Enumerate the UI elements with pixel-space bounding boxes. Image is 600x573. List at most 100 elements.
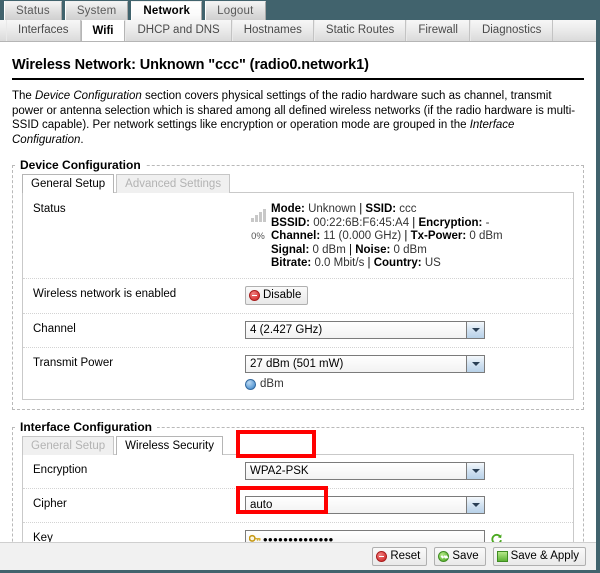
signal-percent: 0%: [251, 231, 265, 243]
save-apply-icon: [496, 551, 508, 562]
status-line-signal: Signal: 0 dBm | Noise: 0 dBm: [271, 243, 427, 256]
encryption-value: WPA2-PSK: [245, 462, 565, 481]
transmit-power-select-value: 27 dBm (501 mW): [246, 356, 466, 373]
page-title: Wireless Network: Unknown "ccc" (radio0.…: [12, 57, 584, 80]
cipher-select[interactable]: auto: [245, 496, 485, 515]
status-val-signal: 0 dBm: [312, 243, 346, 256]
disable-button-label: Disable: [263, 289, 302, 302]
channel-value: 4 (2.427 GHz): [245, 321, 565, 340]
subnav-tab-interfaces[interactable]: Interfaces: [6, 20, 81, 41]
save-button-label: Save: [452, 550, 479, 562]
status-val-bitrate: 0.0 Mbit/s: [314, 257, 365, 269]
chevron-down-icon[interactable]: [466, 497, 484, 514]
channel-select-value: 4 (2.427 GHz): [246, 322, 466, 339]
status-key-channel: Channel:: [271, 230, 321, 243]
save-icon: [438, 551, 450, 562]
desc-emphasis-device-configuration: Device Configuration: [35, 90, 142, 102]
transmit-power-value: 27 dBm (501 mW) dBm: [245, 355, 565, 392]
chevron-down-icon[interactable]: [466, 356, 484, 373]
save-button[interactable]: Save: [434, 547, 486, 566]
secondary-navigation: Interfaces Wifi DHCP and DNS Hostnames S…: [0, 20, 596, 42]
transmit-power-label: Transmit Power: [33, 357, 114, 370]
status-label: Status: [33, 203, 66, 216]
status-line-bssid: BSSID: 00:22:6B:F6:45:A4 | Encryption: -: [271, 216, 490, 229]
subnav-tab-diagnostics[interactable]: Diagnostics: [469, 20, 554, 41]
status-row: Status 0% Mode: Unknown | SSID: ccc BSSI…: [23, 193, 573, 280]
chevron-down-icon[interactable]: [466, 322, 484, 339]
cipher-value: auto: [245, 496, 565, 515]
status-key-bitrate: Bitrate:: [271, 257, 312, 269]
form-actions-footer: Reset Save Save & Apply: [0, 542, 596, 570]
nav-tab-logout[interactable]: Logout: [205, 1, 266, 20]
chevron-down-icon[interactable]: [466, 463, 484, 480]
interface-tab-wireless-security[interactable]: Wireless Security: [116, 436, 223, 456]
subnav-tab-hostnames[interactable]: Hostnames: [231, 20, 314, 41]
status-val-encryption: -: [485, 216, 490, 229]
desc-text-3: .: [80, 133, 84, 146]
status-line-channel: Channel: 11 (0.000 GHz) | Tx-Power: 0 dB…: [271, 230, 503, 243]
device-configuration-legend: Device Configuration: [20, 158, 141, 173]
encryption-label: Encryption: [33, 464, 88, 477]
status-key-encryption: Encryption:: [418, 216, 483, 229]
channel-label: Channel: [33, 323, 76, 336]
subnav-tab-dhcp-and-dns[interactable]: DHCP and DNS: [125, 20, 232, 41]
save-apply-button[interactable]: Save & Apply: [492, 547, 586, 566]
transmit-power-select[interactable]: 27 dBm (501 mW): [245, 355, 485, 374]
page-description: The Device Configuration section covers …: [12, 89, 584, 147]
subnav-tab-static-routes[interactable]: Static Routes: [313, 20, 407, 41]
save-apply-button-label: Save & Apply: [510, 550, 579, 562]
status-val-channel: 11 (0.000 GHz): [323, 230, 402, 243]
wireless-enabled-label: Wireless network is enabled: [33, 288, 177, 301]
interface-configuration-tabs: General Setup Wireless Security: [13, 434, 583, 456]
device-configuration-tabbox: Status 0% Mode: Unknown | SSID: ccc BSSI…: [22, 192, 574, 401]
device-configuration-panel: Device Configuration General Setup Advan…: [12, 158, 584, 411]
transmit-power-help: dBm: [245, 376, 565, 392]
reset-button[interactable]: Reset: [372, 547, 428, 566]
status-value: 0% Mode: Unknown | SSID: ccc BSSID: 00:2…: [245, 201, 565, 270]
device-tab-general-setup[interactable]: General Setup: [22, 174, 115, 194]
transmit-power-row: Transmit Power 27 dBm (501 mW) dBm: [23, 348, 573, 399]
wireless-enabled-row: Wireless network is enabled Disable: [23, 279, 573, 315]
nav-tab-network[interactable]: Network: [131, 1, 203, 20]
subnav-tab-wifi[interactable]: Wifi: [80, 20, 126, 41]
disable-icon: [249, 290, 260, 302]
status-key-mode: Mode:: [271, 203, 305, 216]
status-val-tx-power: 0 dBm: [469, 230, 503, 243]
status-line-bitrate: Bitrate: 0.0 Mbit/s | Country: US: [271, 257, 441, 269]
encryption-select[interactable]: WPA2-PSK: [245, 462, 485, 481]
status-val-noise: 0 dBm: [393, 243, 427, 256]
status-detail-lines: Mode: Unknown | SSID: ccc BSSID: 00:22:6…: [271, 201, 503, 270]
wireless-enabled-value: Disable: [245, 286, 565, 306]
status-key-bssid: BSSID:: [271, 216, 310, 229]
interface-tab-general-setup[interactable]: General Setup: [22, 436, 115, 456]
status-key-ssid: SSID:: [365, 203, 397, 216]
nav-tab-system[interactable]: System: [64, 1, 129, 20]
cipher-label: Cipher: [33, 498, 67, 511]
cipher-select-value: auto: [246, 497, 466, 514]
status-val-country: US: [424, 257, 441, 269]
subnav-tab-firewall[interactable]: Firewall: [406, 20, 470, 41]
encryption-select-value: WPA2-PSK: [246, 463, 466, 480]
status-line-mode: Mode: Unknown | SSID: ccc: [271, 203, 417, 216]
reset-button-label: Reset: [390, 550, 421, 562]
status-key-noise: Noise:: [355, 243, 391, 256]
primary-navigation: Status System Network Logout: [0, 0, 596, 20]
status-val-bssid: 00:22:6B:F6:45:A4: [313, 216, 410, 229]
channel-select[interactable]: 4 (2.427 GHz): [245, 321, 485, 340]
status-key-tx-power: Tx-Power:: [410, 230, 467, 243]
interface-configuration-legend: Interface Configuration: [20, 420, 153, 435]
status-key-country: Country:: [373, 257, 422, 269]
nav-tab-status[interactable]: Status: [4, 1, 62, 20]
reset-icon: [376, 551, 388, 562]
device-configuration-tabs: General Setup Advanced Settings: [13, 172, 583, 194]
desc-text-1: The: [12, 90, 36, 102]
disable-button[interactable]: Disable: [245, 286, 309, 306]
cipher-row: Cipher auto: [23, 489, 573, 524]
page-content: Wireless Network: Unknown "ccc" (radio0.…: [0, 42, 596, 568]
status-key-signal: Signal:: [271, 243, 310, 256]
status-val-mode: Unknown: [308, 203, 357, 216]
channel-row: Channel 4 (2.427 GHz): [23, 314, 573, 349]
encryption-row: Encryption WPA2-PSK: [23, 455, 573, 490]
device-tab-advanced-settings[interactable]: Advanced Settings: [116, 174, 231, 194]
info-icon: [245, 378, 256, 390]
